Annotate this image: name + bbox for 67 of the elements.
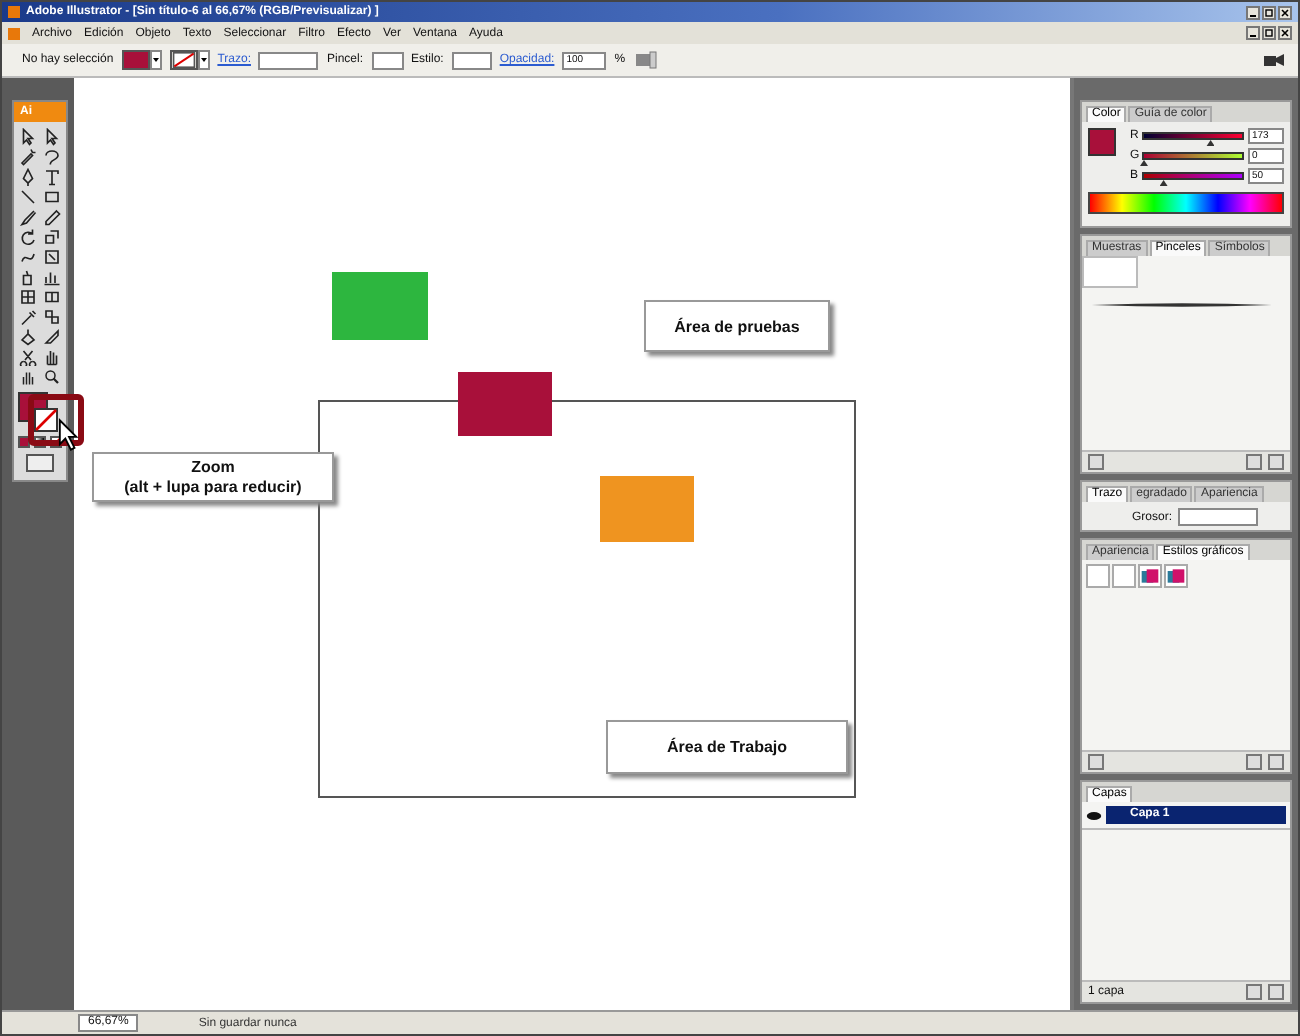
pen-icon[interactable] (18, 168, 38, 186)
zoom-icon[interactable] (42, 368, 62, 386)
cube-style-swatch[interactable] (1138, 564, 1162, 588)
trash-icon[interactable] (1268, 454, 1284, 470)
tooltip-text: (alt + lupa para reducir) (124, 477, 302, 497)
color-slider[interactable] (1142, 132, 1244, 140)
direct-selection-icon[interactable] (42, 128, 62, 146)
eyedropper-icon[interactable] (18, 308, 38, 326)
document-icon (8, 27, 20, 39)
no-stroke-swatch[interactable] (169, 50, 198, 70)
fill-color-swatch[interactable] (1088, 128, 1116, 156)
symbol-sprayer-icon[interactable] (18, 268, 38, 286)
new-layer-icon[interactable] (1246, 984, 1262, 1000)
type-icon[interactable] (42, 168, 62, 186)
rotate-icon[interactable] (18, 228, 38, 246)
scale-icon[interactable] (42, 228, 62, 246)
slider-thumb[interactable] (1206, 140, 1215, 146)
screen-mode-button[interactable] (26, 454, 54, 472)
pencil-icon[interactable] (42, 208, 62, 226)
selection-arrow-icon[interactable] (18, 128, 38, 146)
rectangle-icon[interactable] (42, 188, 62, 206)
style-swatch[interactable] (1086, 564, 1110, 588)
stroke-weight-dropdown[interactable] (258, 51, 319, 69)
brush-dropdown[interactable] (371, 51, 403, 69)
brush-library-icon[interactable] (1088, 454, 1104, 470)
new-brush-icon[interactable] (1246, 454, 1262, 470)
style-dropdown[interactable] (451, 51, 492, 69)
callout-label: Área de pruebas (644, 300, 830, 352)
lasso-icon[interactable] (42, 148, 62, 166)
tooltip-title: Zoom (191, 457, 235, 477)
visibility-icon[interactable] (1086, 809, 1102, 821)
minimize-button[interactable] (1246, 26, 1260, 40)
color-slider[interactable] (1142, 152, 1244, 160)
live-paint-icon[interactable] (18, 328, 38, 346)
slice-icon[interactable] (42, 328, 62, 346)
style-library-icon[interactable] (1088, 754, 1104, 770)
graph-icon[interactable] (42, 268, 62, 286)
trash-icon[interactable] (1268, 754, 1284, 770)
slider-thumb[interactable] (1140, 160, 1148, 166)
brush-icon[interactable] (18, 208, 38, 226)
stroke-none-swatch[interactable] (34, 408, 58, 432)
cube-style-swatch[interactable] (1164, 564, 1188, 588)
fill-swatch[interactable] (121, 50, 150, 70)
document-setup-icon[interactable] (633, 50, 658, 70)
workspace-icon[interactable] (1262, 50, 1286, 70)
style-swatch[interactable] (1112, 564, 1136, 588)
blend-icon[interactable] (42, 308, 62, 326)
brush-swatch[interactable] (1082, 256, 1138, 288)
new-style-icon[interactable] (1246, 754, 1262, 770)
close-button[interactable] (1278, 26, 1292, 40)
line-icon[interactable] (18, 188, 38, 206)
minimize-button[interactable] (1246, 5, 1260, 19)
free-transform-icon[interactable] (42, 248, 62, 266)
close-button[interactable] (1278, 5, 1292, 19)
weight-dropdown[interactable] (1178, 508, 1259, 526)
color-spectrum[interactable] (1088, 192, 1284, 214)
magic-wand-icon[interactable] (18, 148, 38, 166)
callout-label: Área de Trabajo (606, 720, 848, 774)
slider-thumb[interactable] (1159, 180, 1168, 186)
app-icon (8, 6, 20, 18)
mesh-icon[interactable] (18, 288, 38, 306)
color-mode-button[interactable] (18, 436, 30, 448)
gradient-icon[interactable] (42, 288, 62, 306)
trash-icon[interactable] (1268, 984, 1284, 1000)
color-slider[interactable] (1142, 172, 1244, 180)
scissors-icon[interactable] (18, 348, 38, 366)
warp-icon[interactable] (18, 248, 38, 266)
